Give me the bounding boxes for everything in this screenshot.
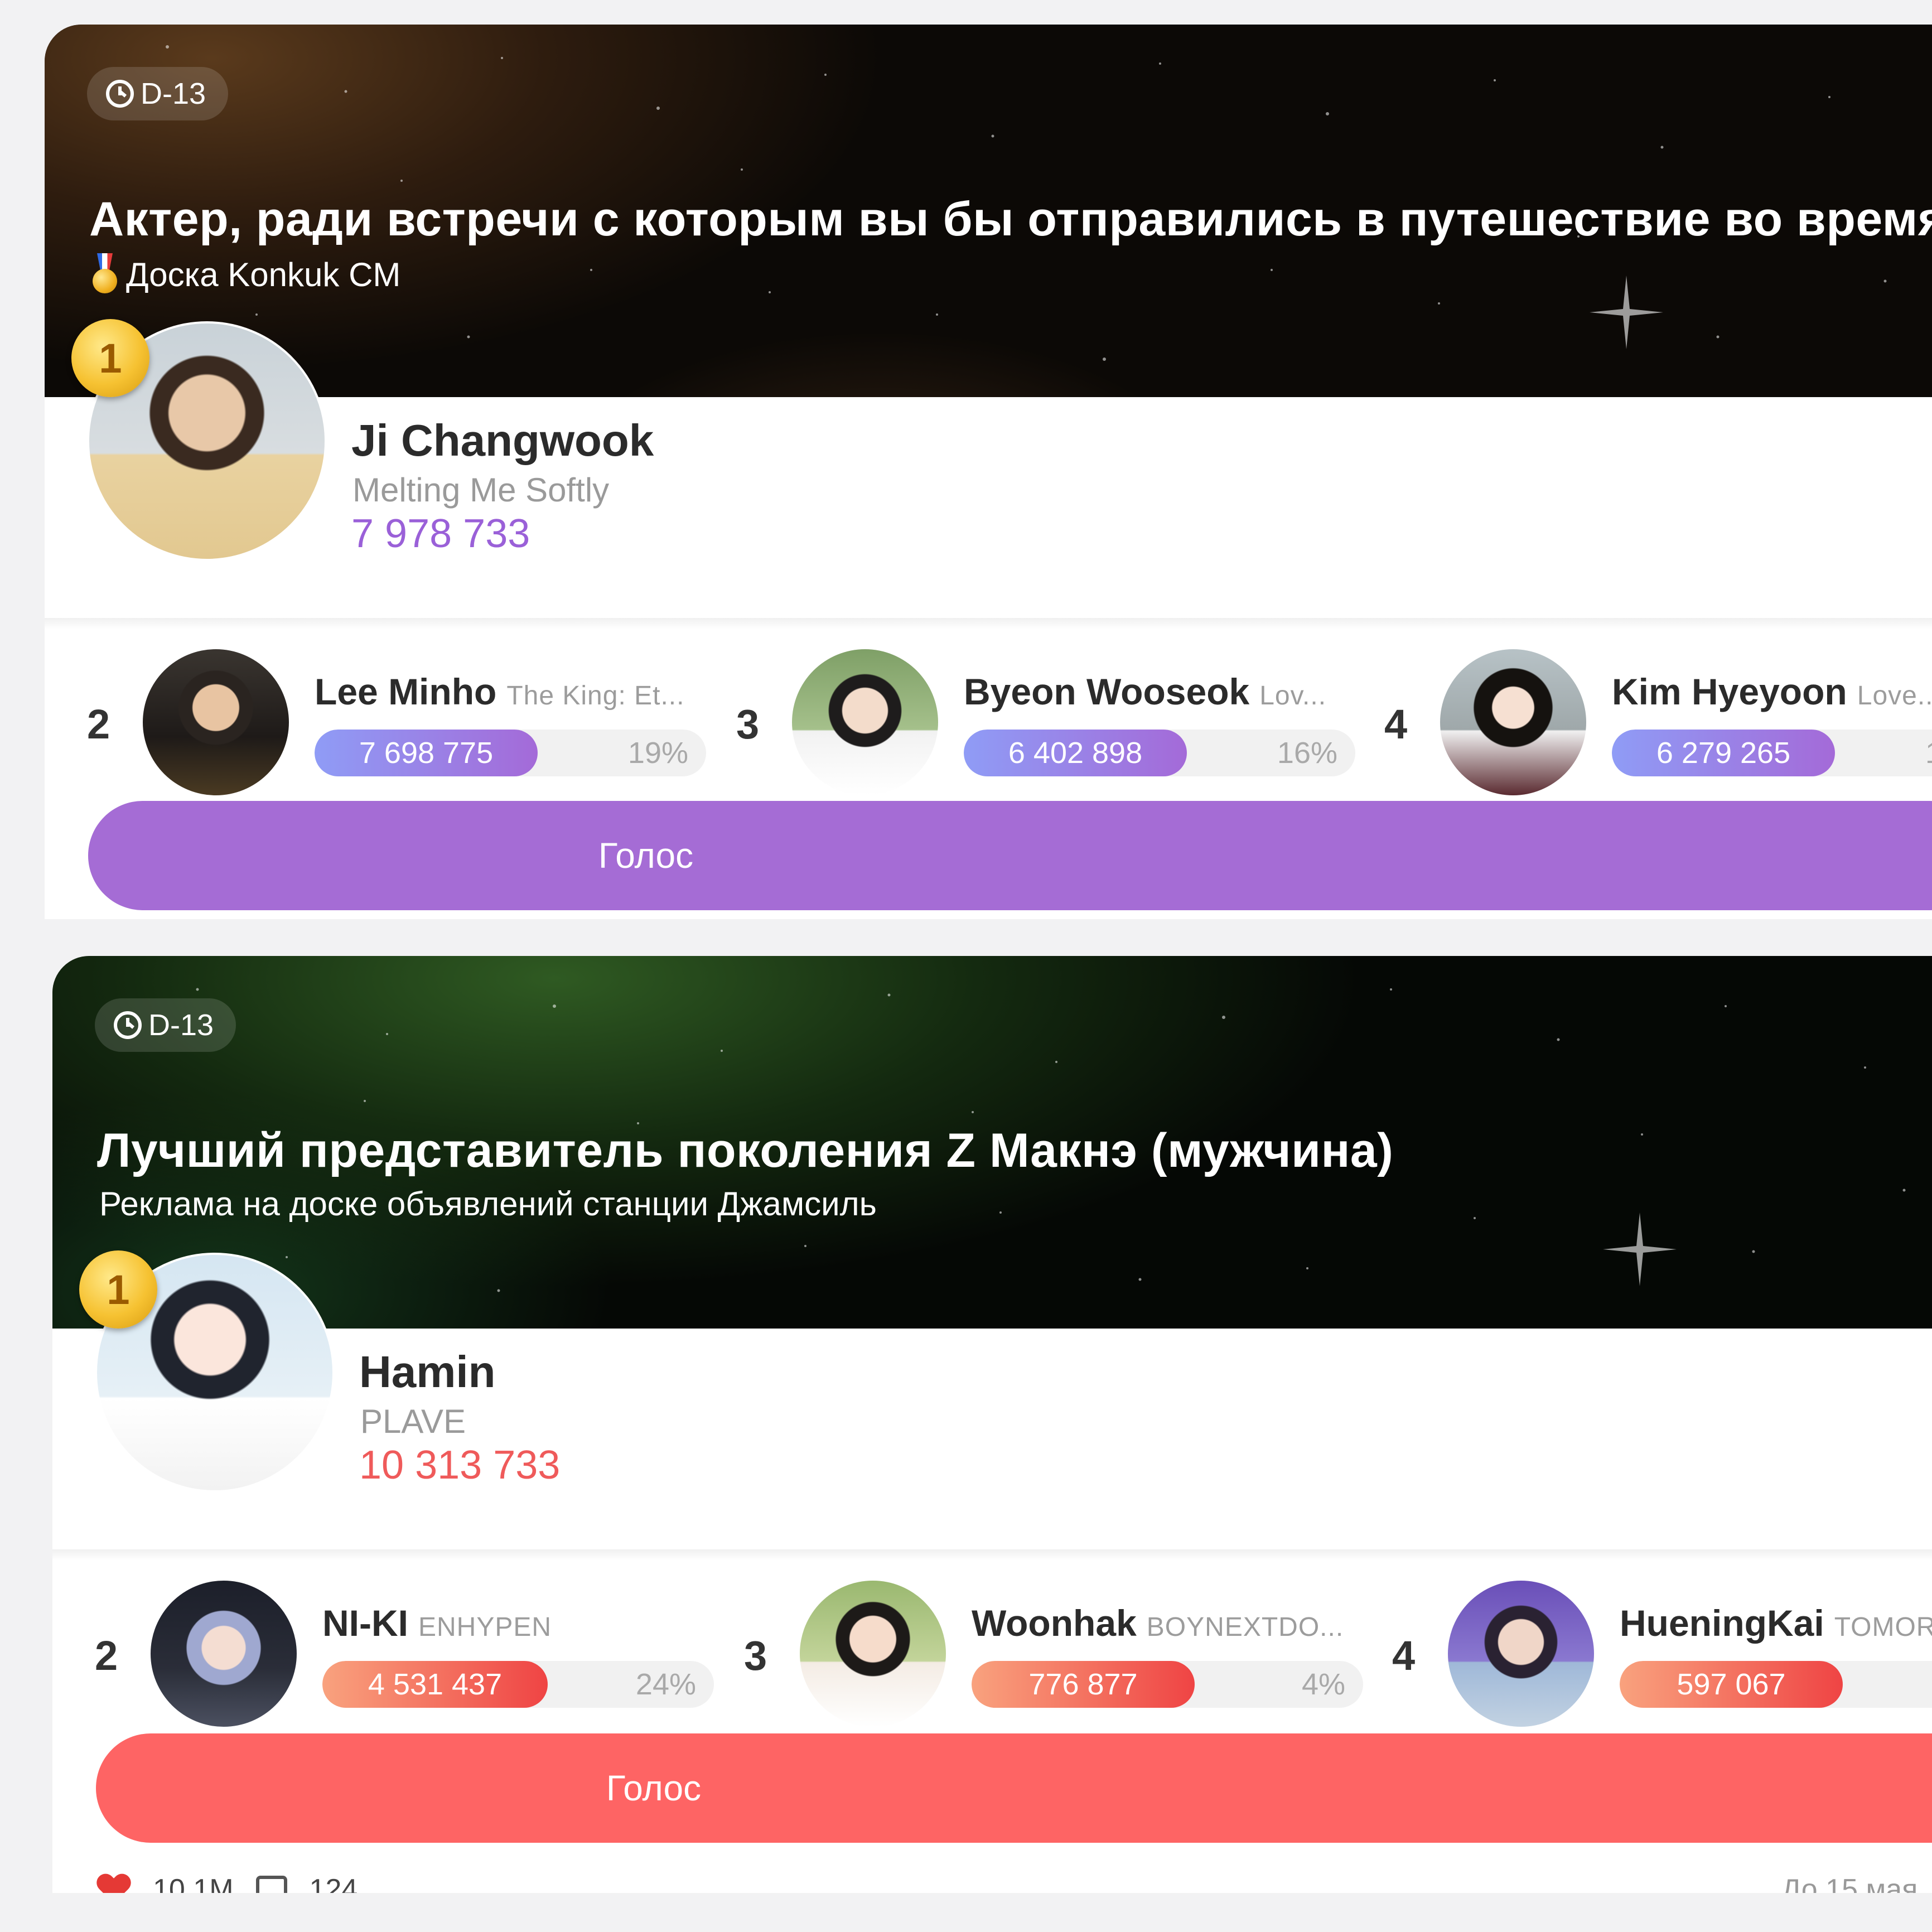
heart-icon[interactable] (97, 1875, 131, 1893)
rank-1-badge: 1 (71, 319, 149, 397)
runner-work: The King: Et... (506, 681, 685, 711)
runner-avatar (143, 649, 289, 795)
runner-name-row: HueningKai TOMORROW... (1620, 1602, 1932, 1644)
first-place-work: Melting Me Softly (352, 471, 610, 509)
runner-avatar (151, 1581, 297, 1727)
runner-name: Lee Minho (315, 671, 497, 712)
runner-avatar (800, 1581, 946, 1727)
rank-number: 3 (736, 701, 760, 747)
first-place-votes: 10 313 733 (359, 1443, 561, 1487)
rank-number: 4 (1384, 701, 1408, 747)
vote-button[interactable]: Голос (96, 1733, 1932, 1843)
likes-count: 10.1M (153, 1873, 234, 1893)
runner-name: HueningKai (1620, 1602, 1824, 1644)
first-place-name: Ji Changwook (351, 416, 654, 465)
vote-share-bar: 776 877 4% (972, 1661, 1363, 1708)
runner-avatar (1448, 1581, 1594, 1727)
poll-footer: 10.1M 124 (97, 1873, 358, 1893)
poll-deadline: До 15 мая (1781, 1873, 1918, 1893)
poll-banner: D-13 Лучший представитель поколения Z Ма… (52, 956, 1932, 1329)
dday-badge: D-13 (87, 67, 229, 120)
first-place-name: Hamin (359, 1347, 496, 1397)
runner-work: TOMORROW... (1834, 1612, 1932, 1642)
vote-share-fill: 776 877 (972, 1661, 1195, 1708)
first-place-section[interactable] (52, 1329, 1932, 1552)
runner-name: NI-KI (322, 1602, 408, 1644)
vote-share-percent: 24% (635, 1668, 696, 1701)
runner-name-row: Woonhak BOYNEXTDO... (972, 1602, 1344, 1644)
runner-name-row: Lee Minho The King: Et... (315, 670, 684, 713)
first-place-work: PLAVE (360, 1403, 466, 1440)
first-place-section[interactable] (45, 397, 1932, 620)
poll-subtitle: Реклама на доске объявлений станции Джам… (99, 1185, 877, 1223)
vote-share-bar: 4 531 437 24% (322, 1661, 714, 1708)
runner-work: ENHYPEN (418, 1612, 552, 1642)
rank-number: 2 (95, 1632, 118, 1679)
vote-share-percent: 19% (627, 736, 688, 770)
divider (45, 618, 1932, 629)
runner-name: Byeon Wooseok (964, 671, 1250, 712)
vote-share-bar: 6 402 898 16% (964, 730, 1355, 776)
medal-icon (91, 253, 118, 296)
divider (52, 1549, 1932, 1561)
vote-share-fill: 597 067 (1620, 1661, 1843, 1708)
runner-name: Woonhak (972, 1602, 1137, 1644)
clock-icon (114, 1011, 142, 1039)
runner-up-item[interactable]: 3 Woonhak BOYNEXTDO... 776 877 4% (744, 1581, 1380, 1727)
rank-number: 3 (744, 1632, 767, 1679)
vote-share-bar: 597 067 3% (1620, 1661, 1932, 1708)
runner-work: BOYNEXTDO... (1146, 1612, 1344, 1642)
vote-share-fill: 6 279 265 (1612, 730, 1835, 776)
vote-share-bar: 6 279 265 16% (1612, 730, 1932, 776)
vote-share-percent: 4% (1301, 1668, 1345, 1701)
poll-card-1[interactable]: D-13 Актер, ради встречи с которым вы бы… (45, 25, 1932, 919)
runner-avatar (1440, 649, 1586, 795)
poll-card-2[interactable]: D-13 Лучший представитель поколения Z Ма… (52, 956, 1932, 1893)
vote-share-percent: 16% (1277, 736, 1337, 770)
runner-avatar (792, 649, 938, 795)
runner-up-item[interactable]: 3 Byeon Wooseok Lov... 6 402 898 16% (736, 649, 1372, 795)
vote-share-fill: 7 698 775 (315, 730, 538, 776)
dday-badge: D-13 (95, 998, 236, 1052)
poll-title: Актер, ради встречи с которым вы бы отпр… (89, 192, 1932, 246)
clock-icon (106, 80, 134, 108)
runner-name-row: Kim Hyeyoon Love... (1612, 670, 1932, 713)
vote-share-percent: 16% (1925, 730, 1932, 776)
rank-number: 2 (87, 701, 110, 747)
poll-subtitle-text: Доска Konkuk CM (126, 255, 401, 293)
comments-count: 124 (309, 1873, 358, 1893)
runner-work: Love... (1857, 681, 1932, 711)
runner-up-item[interactable]: 2 Lee Minho The King: Et... 7 698 775 19% (87, 649, 723, 795)
dday-label: D-13 (148, 1008, 214, 1042)
dday-label: D-13 (141, 77, 206, 110)
runner-up-item[interactable]: 4 Kim Hyeyoon Love... 6 279 265 16% (1384, 649, 1932, 795)
vote-share-fill: 4 531 437 (322, 1661, 548, 1708)
first-place-votes: 7 978 733 (351, 511, 530, 556)
poll-subtitle: Доска Konkuk CM (91, 253, 400, 296)
vote-share-fill: 6 402 898 (964, 730, 1187, 776)
rank-number: 4 (1392, 1632, 1416, 1679)
runner-name: Kim Hyeyoon (1612, 671, 1847, 712)
runner-name-row: NI-KI ENHYPEN (322, 1602, 552, 1644)
vote-button[interactable]: Голос (88, 801, 1932, 910)
runner-up-item[interactable]: 4 HueningKai TOMORROW... 597 067 3% (1392, 1581, 1932, 1727)
poll-title: Лучший представитель поколения Z Макнэ (… (97, 1124, 1394, 1177)
comment-icon[interactable] (255, 1876, 287, 1893)
runner-up-item[interactable]: 2 NI-KI ENHYPEN 4 531 437 24% (95, 1581, 731, 1727)
runner-work: Lov... (1259, 681, 1327, 711)
vote-share-bar: 7 698 775 19% (315, 730, 706, 776)
poll-banner: D-13 Актер, ради встречи с которым вы бы… (45, 25, 1932, 397)
rank-1-badge: 1 (79, 1250, 157, 1329)
runner-name-row: Byeon Wooseok Lov... (964, 670, 1326, 713)
